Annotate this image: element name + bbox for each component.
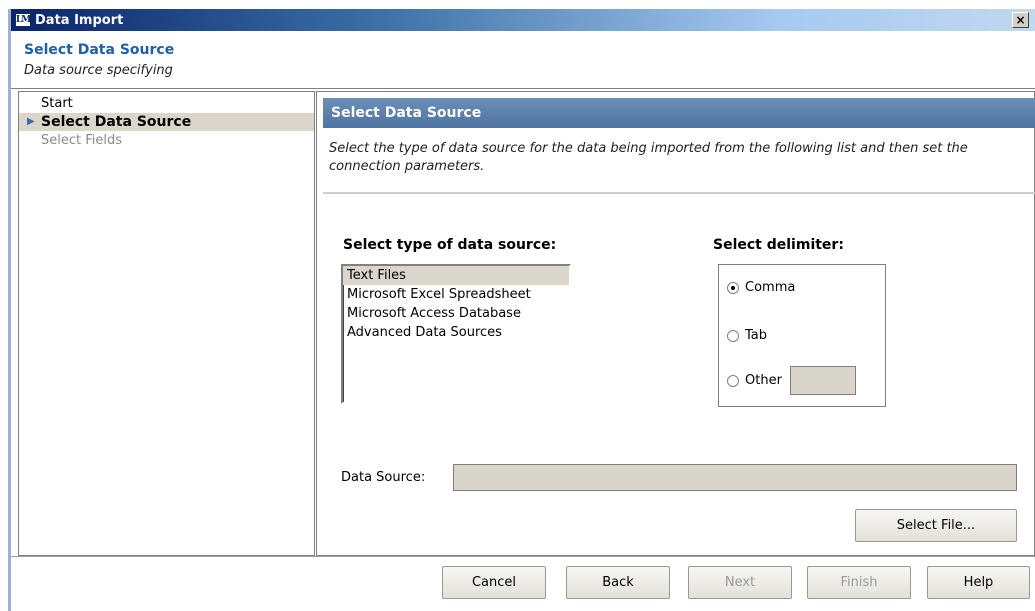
delimiter-label: Select delimiter: bbox=[713, 237, 844, 253]
nav-step-label: Start bbox=[41, 96, 73, 111]
nav-step-label: Select Data Source bbox=[41, 114, 192, 130]
delimiter-comma-option[interactable]: Comma bbox=[727, 280, 795, 295]
other-radio[interactable] bbox=[727, 374, 739, 387]
current-step-arrow-icon: ▶ bbox=[27, 116, 35, 127]
title-bar[interactable]: LM Data Import × bbox=[11, 9, 1035, 31]
nav-step-label: Select Fields bbox=[41, 133, 123, 148]
delimiter-other-option[interactable]: Other bbox=[727, 366, 856, 395]
source-option-advanced[interactable]: Advanced Data Sources bbox=[343, 323, 569, 342]
next-button: Next bbox=[688, 566, 792, 599]
source-type-label: Select type of data source: bbox=[343, 237, 557, 253]
page-subtitle: Data source specifying bbox=[24, 63, 173, 78]
page-title: Select Data Source bbox=[24, 42, 175, 58]
other-delimiter-input[interactable] bbox=[789, 366, 856, 395]
tab-radio[interactable] bbox=[727, 329, 739, 342]
comma-label: Comma bbox=[745, 280, 796, 295]
nav-step-select-fields: Select Fields bbox=[19, 132, 314, 150]
delimiter-group: Comma Tab Other bbox=[718, 264, 886, 407]
source-option-excel[interactable]: Microsoft Excel Spreadsheet bbox=[343, 285, 569, 304]
comma-radio[interactable] bbox=[727, 281, 739, 294]
back-button[interactable]: Back bbox=[566, 566, 670, 599]
wizard-footer: Cancel Back Next Finish Help bbox=[11, 556, 1035, 611]
cancel-button[interactable]: Cancel bbox=[442, 566, 546, 599]
divider bbox=[323, 192, 1035, 194]
finish-button: Finish bbox=[807, 566, 911, 599]
source-option-text-files[interactable]: Text Files bbox=[343, 266, 569, 285]
step-content-panel: Select Data Source Select the type of da… bbox=[316, 91, 1035, 556]
nav-step-select-data-source[interactable]: ▶ Select Data Source bbox=[19, 113, 314, 131]
delimiter-tab-option[interactable]: Tab bbox=[727, 328, 767, 343]
data-source-label: Data Source: bbox=[341, 470, 426, 485]
tab-label: Tab bbox=[745, 328, 768, 343]
source-type-listbox[interactable]: Text Files Microsoft Excel Spreadsheet M… bbox=[341, 264, 571, 404]
app-logo-icon: LM bbox=[15, 13, 31, 27]
data-source-field[interactable] bbox=[453, 464, 1017, 491]
close-button[interactable]: × bbox=[1012, 12, 1029, 28]
panel-title: Select Data Source bbox=[323, 98, 1035, 128]
other-label: Other bbox=[745, 373, 782, 388]
window-left-edge bbox=[8, 9, 11, 611]
panel-description: Select the type of data source for the d… bbox=[329, 141, 968, 174]
nav-step-start[interactable]: Start bbox=[19, 95, 314, 113]
select-file-button[interactable]: Select File... bbox=[855, 509, 1017, 542]
source-option-access[interactable]: Microsoft Access Database bbox=[343, 304, 569, 323]
help-button[interactable]: Help bbox=[927, 566, 1030, 599]
wizard-steps-nav: Start ▶ Select Data Source Select Fields bbox=[18, 91, 315, 556]
wizard-header: Select Data Source Data source specifyin… bbox=[11, 31, 1035, 89]
window-title: Data Import bbox=[35, 12, 124, 28]
